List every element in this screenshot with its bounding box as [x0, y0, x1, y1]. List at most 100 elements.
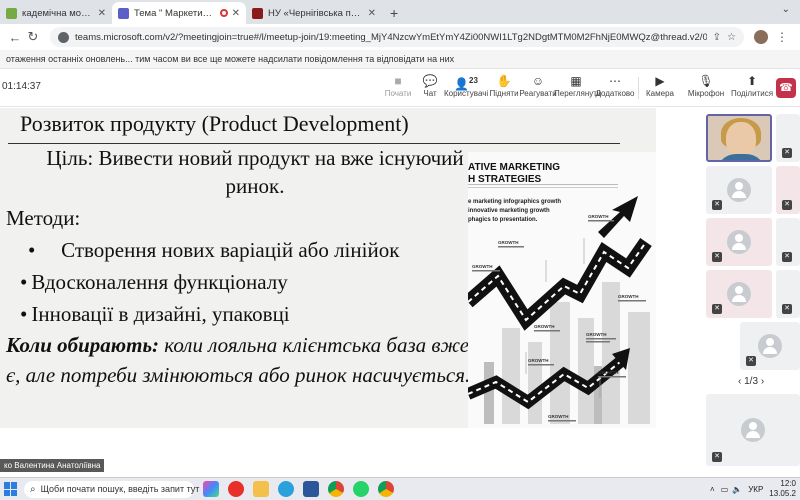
presenter-name: ко Валентина Анатоліївна: [0, 459, 105, 472]
url-input[interactable]: teams.microsoft.com/v2/?meetingjoin=true…: [50, 27, 744, 47]
microphone-icon: 🎙: [698, 74, 714, 88]
browser-tab-strip: кадемічна мобільність ІФНТУ ✕ Тема " Мар…: [0, 0, 800, 24]
bullet-item: • Вдосконалення функціоналу: [20, 270, 288, 294]
view-button[interactable]: ▦ Переглянути: [554, 73, 601, 98]
leave-button[interactable]: ☎: [776, 78, 796, 98]
menu-icon[interactable]: ⋮: [776, 30, 788, 44]
reload-icon[interactable]: ↻: [24, 29, 42, 45]
site-info-icon[interactable]: [58, 31, 69, 43]
opera-icon[interactable]: [228, 481, 244, 497]
participant-tile[interactable]: ✕: [740, 322, 800, 370]
bullet-item: • Створення нових варіацій або лінійок: [28, 238, 400, 262]
shared-content: Розвиток продукту (Product Development) …: [0, 108, 700, 450]
participant-grid: ✕ ✕ ✕ ✕ ✕ ✕ ✕ ✕ ✕: [700, 108, 800, 468]
mic-off-icon: ✕: [712, 200, 722, 210]
participant-tile[interactable]: ✕: [776, 270, 800, 318]
word-icon[interactable]: [303, 481, 319, 497]
taskbar-search-input[interactable]: ⌕ Щоби почати пошук, введіть запит тут: [24, 480, 199, 498]
chevron-down-icon[interactable]: ⌄: [782, 4, 790, 15]
self-view-tile[interactable]: ✕: [706, 394, 800, 466]
step-label: GROWTH: [534, 324, 555, 329]
clock[interactable]: 12:0 13.05.2: [769, 479, 796, 499]
windows-start-icon[interactable]: [4, 482, 18, 496]
grid-icon: ▦: [570, 74, 582, 88]
when-to-choose: Коли обирають: коли лояльна клієнтська б…: [6, 333, 471, 387]
presentation-slide: Розвиток продукту (Product Development) …: [0, 108, 656, 428]
participant-tile[interactable]: ✕: [776, 114, 800, 162]
teams-icon: [118, 7, 129, 19]
step-label: GROWTH: [548, 414, 569, 419]
step-label: GROWTH: [528, 358, 549, 363]
meeting-toolbar: 01:14:37 ■ Почати 💬 Чат 👤23 Користувачі …: [0, 69, 800, 107]
bullet-item: • Інновації в дизайні, упаковці: [20, 302, 290, 326]
participant-count: 23: [469, 76, 478, 85]
mic-off-icon: ✕: [782, 252, 792, 262]
volume-icon[interactable]: 🔈: [732, 485, 742, 494]
participant-tile[interactable]: ✕: [706, 166, 772, 214]
step-label: GROWTH: [598, 370, 619, 375]
tab-label: Тема " Маркетингові стра: [134, 7, 216, 19]
search-icon: ⌕: [30, 483, 36, 495]
participant-tile[interactable]: ✕: [706, 218, 772, 266]
more-button[interactable]: ⋯ Додатково: [593, 73, 637, 98]
back-icon[interactable]: ←: [6, 30, 24, 45]
slide-title: Розвиток продукту (Product Development): [20, 111, 409, 136]
mic-off-icon: ✕: [746, 356, 756, 366]
participant-pager[interactable]: ‹ 1/3 ›: [738, 376, 764, 387]
browser-tab-active[interactable]: Тема " Маркетингові стра ✕: [112, 2, 246, 24]
update-notice: отаження останніх оновлень... тим часом …: [0, 50, 800, 69]
chrome-icon[interactable]: [328, 481, 344, 497]
browser-tab[interactable]: кадемічна мобільність ІФНТУ ✕: [0, 2, 112, 24]
participant-tile[interactable]: ✕: [776, 218, 800, 266]
file-explorer-icon[interactable]: [253, 481, 269, 497]
mic-off-icon: ✕: [712, 304, 722, 314]
network-icon[interactable]: ▭: [721, 485, 729, 494]
avatar: [758, 334, 782, 358]
participant-tile[interactable]: ✕: [706, 270, 772, 318]
chevron-left-icon[interactable]: ‹: [738, 376, 741, 387]
mic-off-icon: ✕: [782, 304, 792, 314]
language-indicator[interactable]: УКР: [748, 485, 763, 494]
tab-favicon-icon: [6, 7, 17, 19]
close-icon[interactable]: ✕: [368, 8, 376, 19]
url-text: teams.microsoft.com/v2/?meetingjoin=true…: [75, 31, 707, 43]
methods-label: Методи:: [6, 206, 81, 230]
slide-goal: Ціль: Вивести новий продукт на вже існую…: [46, 146, 464, 198]
copilot-icon[interactable]: [203, 481, 219, 497]
share-button[interactable]: ⬆ Поділитися: [730, 73, 774, 98]
participant-video[interactable]: [706, 114, 772, 162]
share-icon[interactable]: ⇪: [713, 32, 721, 43]
new-tab-button[interactable]: +: [382, 5, 406, 24]
participant-tile[interactable]: ✕: [776, 166, 800, 214]
system-tray: ˄ ▭ 🔈 УКР 12:0 13.05.2: [710, 479, 800, 499]
avatar: [727, 282, 751, 306]
step-label: GROWTH: [586, 332, 607, 337]
tab-label: НУ «Чернігівська політехніка»: [268, 7, 364, 19]
meeting-timer: 01:14:37: [2, 81, 41, 92]
microphone-button[interactable]: 🎙 Мікрофон: [684, 73, 728, 98]
avatar[interactable]: [754, 30, 768, 44]
chevron-right-icon[interactable]: ›: [761, 376, 764, 387]
address-bar: ← ↻ teams.microsoft.com/v2/?meetingjoin=…: [0, 24, 800, 50]
close-icon[interactable]: ✕: [98, 8, 106, 19]
avatar: [741, 418, 765, 442]
chevron-up-icon[interactable]: ˄: [710, 485, 715, 494]
mic-off-icon: ✕: [712, 252, 722, 262]
star-icon[interactable]: ☆: [727, 32, 736, 43]
camera-button[interactable]: ▶ Камера: [638, 73, 682, 98]
chrome-icon[interactable]: [378, 481, 394, 497]
step-label: GROWTH: [618, 294, 639, 299]
mic-off-icon: ✕: [782, 200, 792, 210]
mic-off-icon: ✕: [712, 452, 722, 462]
whatsapp-icon[interactable]: [353, 481, 369, 497]
tab-label: кадемічна мобільність ІФНТУ: [22, 7, 94, 19]
step-label: GROWTH: [498, 240, 519, 245]
browser-tab[interactable]: НУ «Чернігівська політехніка» ✕: [246, 2, 382, 24]
camera-icon: ▶: [655, 74, 665, 88]
telegram-icon[interactable]: [278, 481, 294, 497]
taskbar: ⌕ Щоби почати пошук, введіть запит тут ˄…: [0, 477, 800, 500]
marketing-infographic: ATIVE MARKETING H STRATEGIES e marketing …: [468, 152, 656, 428]
avatar: [727, 178, 751, 202]
close-icon[interactable]: ✕: [232, 8, 240, 19]
step-label: GROWTH: [588, 214, 609, 219]
